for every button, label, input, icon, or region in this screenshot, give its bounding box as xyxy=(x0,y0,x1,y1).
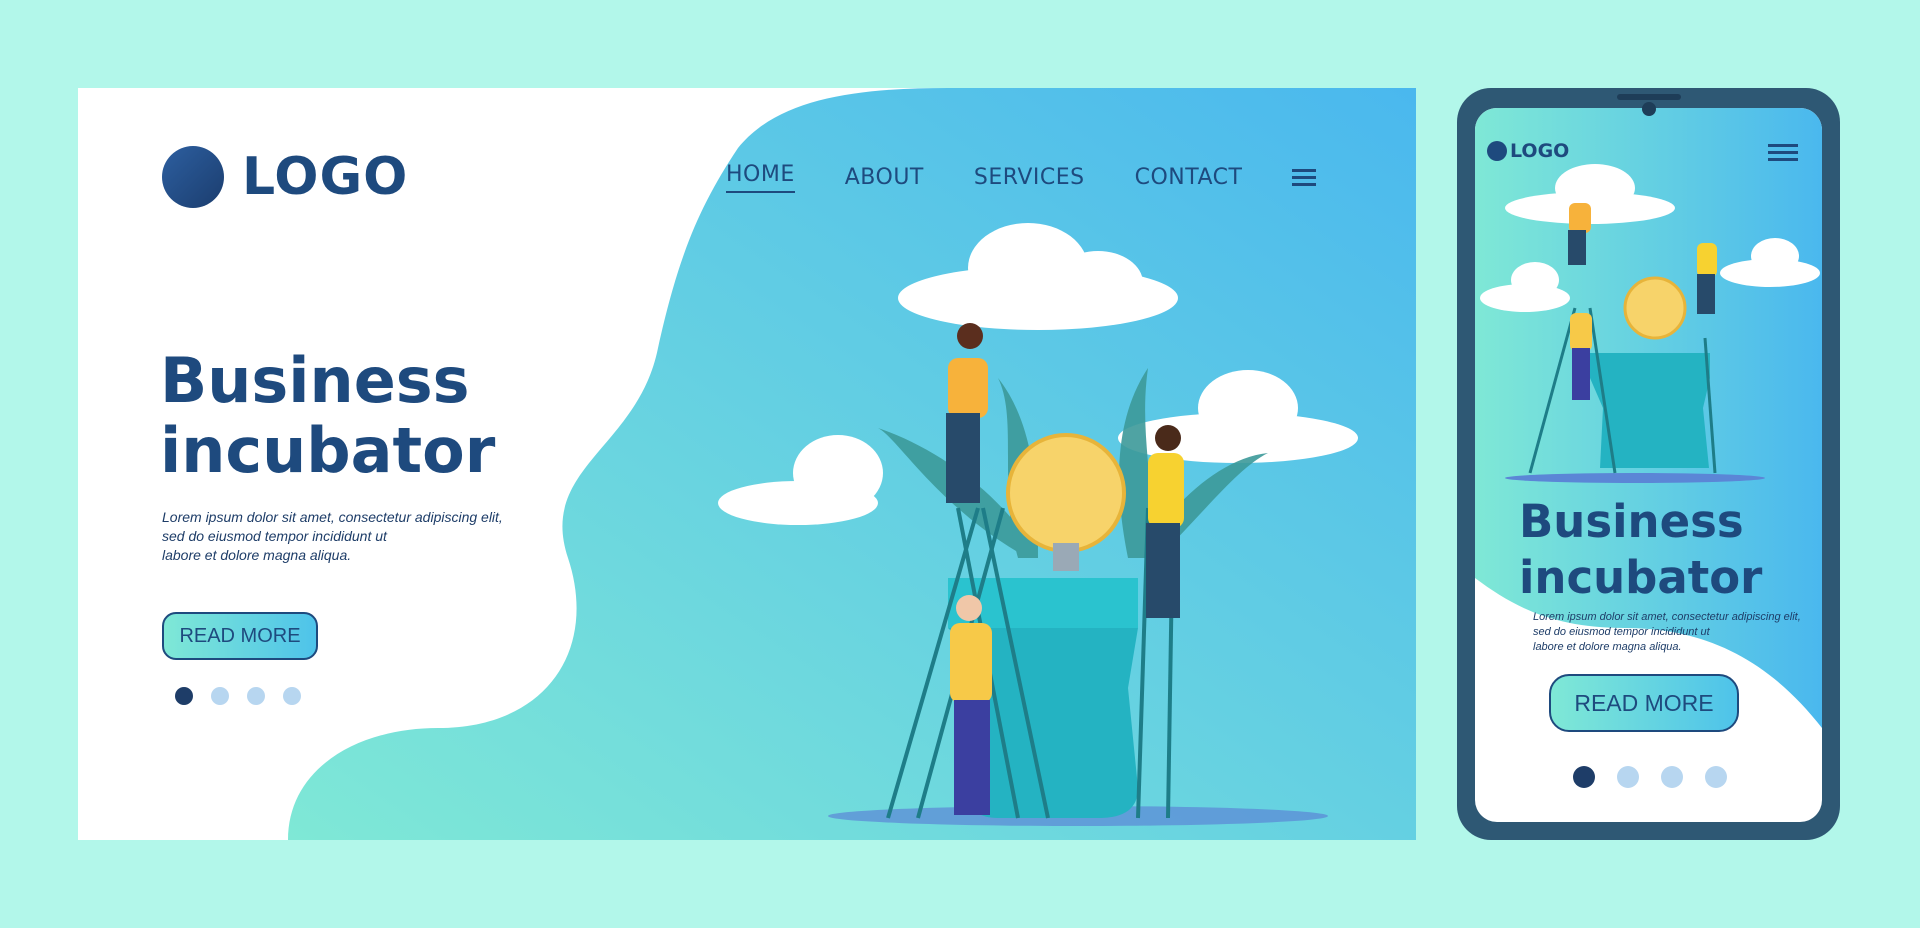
pagination-dot[interactable] xyxy=(175,687,193,705)
pagination-dot[interactable] xyxy=(1661,766,1683,788)
pagination-dot[interactable] xyxy=(1705,766,1727,788)
logo[interactable]: LOGO xyxy=(162,146,408,208)
mobile-logo[interactable]: LOGO xyxy=(1487,140,1569,162)
read-more-button[interactable]: READ MORE xyxy=(162,612,318,660)
logo-circle-icon xyxy=(162,146,224,208)
phone-camera xyxy=(1642,102,1656,116)
pagination-dot[interactable] xyxy=(211,687,229,705)
mobile-screen: LOGO Business incubator Lorem ipsum dolo… xyxy=(1475,108,1822,822)
pagination-dot[interactable] xyxy=(247,687,265,705)
title-line: Business xyxy=(1519,495,1744,548)
description-line: labore et dolore magna aliqua. xyxy=(1533,641,1682,653)
pagination-dot[interactable] xyxy=(283,687,301,705)
main-nav: HOME ABOUT SERVICES CONTACT xyxy=(726,162,1317,193)
nav-about[interactable]: ABOUT xyxy=(845,165,924,190)
desktop-landing-page: LOGO HOME ABOUT SERVICES CONTACT Busines… xyxy=(78,88,1416,840)
mobile-read-more-button[interactable]: READ MORE xyxy=(1549,674,1739,732)
mobile-page-title: Business incubator xyxy=(1519,494,1762,606)
description-line: Lorem ipsum dolor sit amet, consectetur … xyxy=(162,509,503,525)
title-line: Business xyxy=(160,344,470,417)
title-line: incubator xyxy=(160,414,496,487)
nav-contact[interactable]: CONTACT xyxy=(1135,165,1243,190)
logo-circle-icon xyxy=(1487,141,1507,161)
mobile-description: Lorem ipsum dolor sit amet, consectetur … xyxy=(1533,610,1801,655)
title-line: incubator xyxy=(1519,551,1763,604)
page-title: Business incubator xyxy=(160,346,495,486)
description-line: sed do eiusmod tempor incididunt ut xyxy=(1533,626,1710,638)
logo-text: LOGO xyxy=(1510,140,1570,162)
hamburger-icon[interactable] xyxy=(1292,169,1317,186)
logo-text: LOGO xyxy=(242,147,409,207)
mobile-phone-mockup: LOGO Business incubator Lorem ipsum dolo… xyxy=(1457,88,1840,840)
description-line: sed do eiusmod tempor incididunt ut xyxy=(162,528,387,544)
phone-speaker xyxy=(1617,94,1681,100)
pagination-dots xyxy=(175,687,301,705)
nav-services[interactable]: SERVICES xyxy=(974,165,1085,190)
description-line: Lorem ipsum dolor sit amet, consectetur … xyxy=(1533,611,1801,623)
hamburger-icon[interactable] xyxy=(1768,144,1798,161)
description-line: labore et dolore magna aliqua. xyxy=(162,547,352,563)
pagination-dot[interactable] xyxy=(1617,766,1639,788)
pagination-dot[interactable] xyxy=(1573,766,1595,788)
description: Lorem ipsum dolor sit amet, consectetur … xyxy=(162,508,503,565)
nav-home[interactable]: HOME xyxy=(726,162,795,193)
mobile-pagination-dots xyxy=(1573,766,1727,788)
